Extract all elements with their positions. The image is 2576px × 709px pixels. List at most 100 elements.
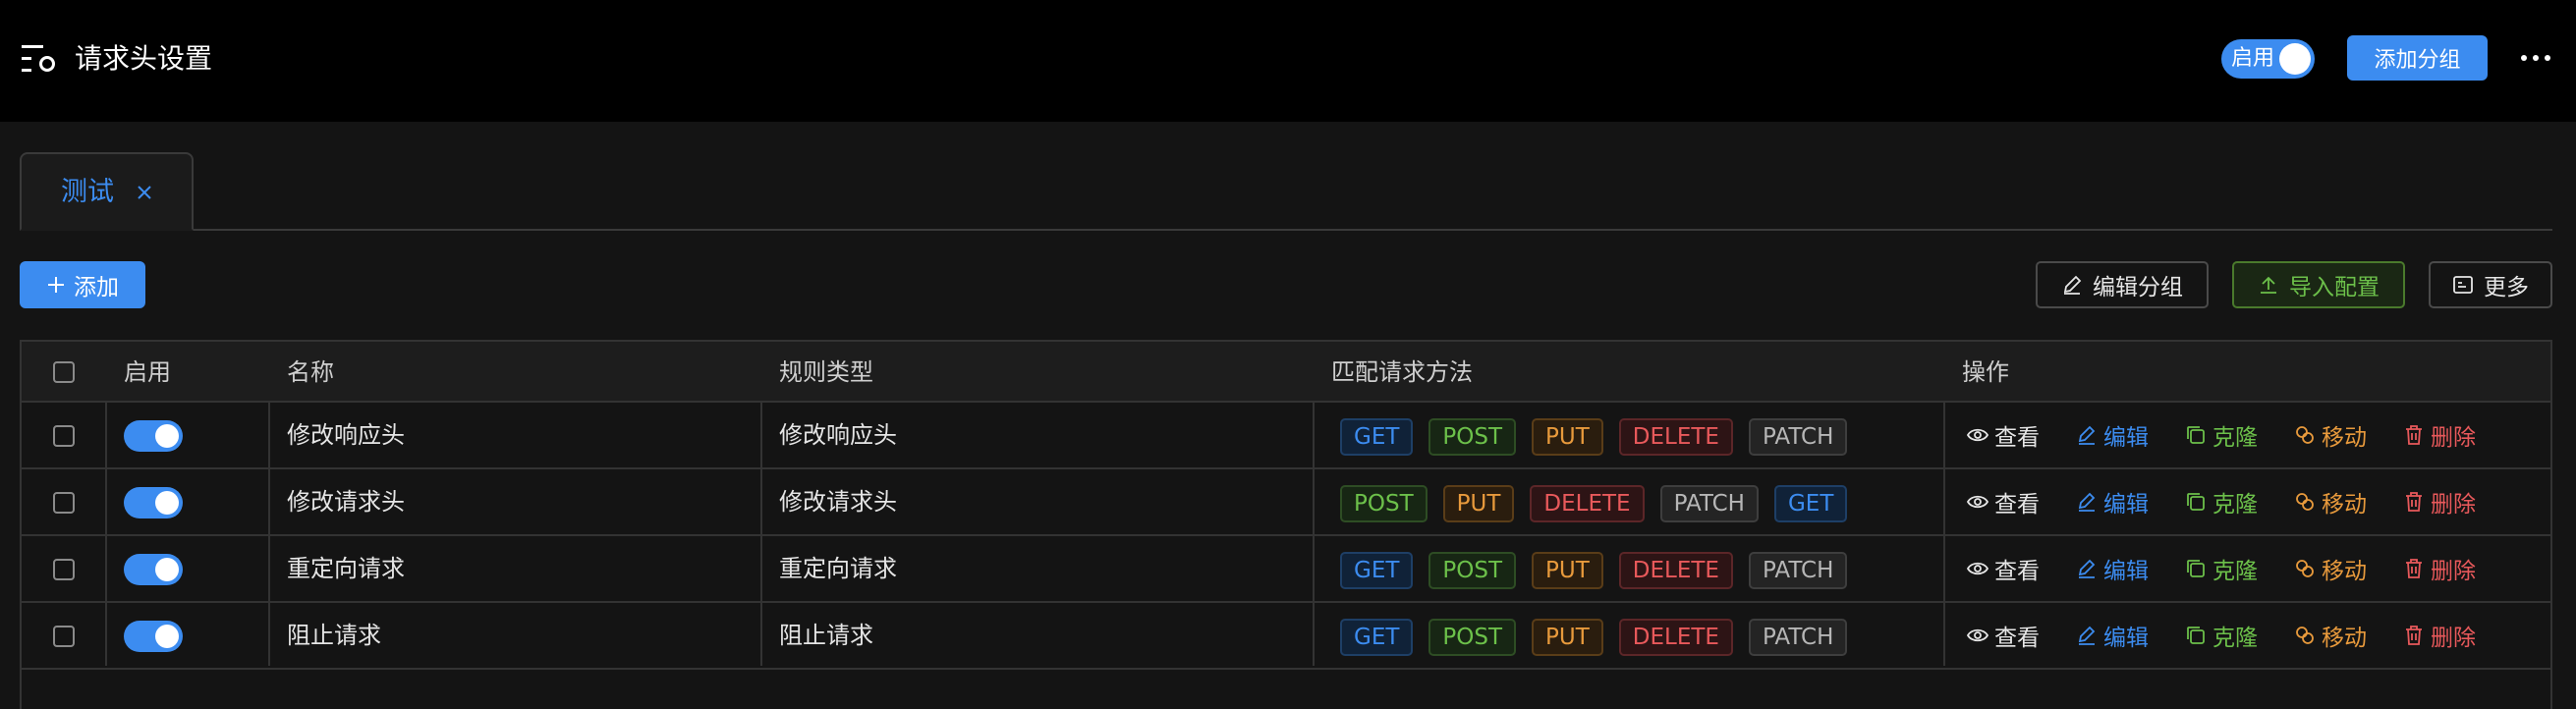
view-action[interactable]: 查看 bbox=[1967, 485, 2040, 518]
row-actions: 查看 编辑 克隆 移动 删除 bbox=[1967, 536, 2512, 601]
row-checkbox[interactable] bbox=[53, 492, 75, 514]
edit-action[interactable]: 编辑 bbox=[2076, 552, 2149, 585]
delete-action[interactable]: 删除 bbox=[2403, 552, 2476, 585]
method-tag-delete: DELETE bbox=[1618, 552, 1733, 589]
table-row: 修改请求头 修改请求头 POST PUT DELETE PATCH GET 查看 编辑 克隆 移动 删… bbox=[22, 469, 2550, 536]
row-enable-toggle[interactable] bbox=[124, 621, 183, 652]
eye-icon bbox=[1967, 428, 1988, 442]
method-tag-get: GET bbox=[1340, 552, 1414, 589]
move-icon bbox=[2296, 426, 2314, 444]
row-enable-toggle[interactable] bbox=[124, 420, 183, 452]
edit-action[interactable]: 编辑 bbox=[2076, 619, 2149, 652]
copy-icon bbox=[2187, 627, 2205, 644]
delete-action[interactable]: 删除 bbox=[2403, 485, 2476, 518]
method-tag-get: GET bbox=[1340, 418, 1414, 456]
method-tag-delete: DELETE bbox=[1618, 418, 1733, 456]
move-icon bbox=[2296, 493, 2314, 511]
method-tag-patch: PATCH bbox=[1748, 552, 1848, 589]
toggle-label: 启用 bbox=[2231, 46, 2275, 71]
view-action[interactable]: 查看 bbox=[1967, 418, 2040, 452]
eye-icon bbox=[1967, 628, 1988, 642]
move-label: 移动 bbox=[2322, 425, 2367, 451]
group-enable-toggle[interactable]: 启用 bbox=[2221, 39, 2315, 79]
close-icon[interactable] bbox=[133, 181, 156, 204]
view-action[interactable]: 查看 bbox=[1967, 552, 2040, 585]
method-tags: GET POST PUT DELETE PATCH bbox=[1340, 418, 1848, 456]
pencil-icon bbox=[2078, 559, 2096, 578]
import-label: 导入配置 bbox=[2289, 275, 2380, 300]
rule-type: 修改请求头 bbox=[779, 488, 897, 516]
view-action[interactable]: 查看 bbox=[1967, 619, 2040, 652]
method-tag-delete: DELETE bbox=[1618, 619, 1733, 656]
pencil-icon bbox=[2063, 275, 2082, 295]
edit-action[interactable]: 编辑 bbox=[2076, 485, 2149, 518]
trash-icon bbox=[2406, 425, 2422, 445]
toggle-knob bbox=[155, 424, 179, 448]
column-header-actions: 操作 bbox=[1962, 358, 2009, 386]
top-header: 请求头设置 启用 添加分组 bbox=[0, 0, 2576, 122]
move-action[interactable]: 移动 bbox=[2294, 552, 2367, 585]
toggle-knob bbox=[2279, 43, 2311, 75]
tab-bar-divider bbox=[20, 229, 2552, 231]
method-tag-patch: PATCH bbox=[1659, 485, 1759, 522]
delete-action[interactable]: 删除 bbox=[2403, 619, 2476, 652]
copy-icon bbox=[2187, 560, 2205, 577]
add-group-button[interactable]: 添加分组 bbox=[2347, 35, 2488, 81]
row-actions: 查看 编辑 克隆 移动 删除 bbox=[1967, 603, 2512, 668]
method-tag-patch: PATCH bbox=[1748, 619, 1848, 656]
menu-fold-icon[interactable] bbox=[22, 43, 57, 75]
method-tags: GET POST PUT DELETE PATCH bbox=[1340, 552, 1848, 589]
eye-icon bbox=[1967, 495, 1988, 509]
edit-label: 编辑 bbox=[2103, 559, 2149, 584]
edit-label: 编辑 bbox=[2103, 626, 2149, 651]
add-rule-button[interactable]: 添加 bbox=[20, 261, 145, 308]
method-tags: POST PUT DELETE PATCH GET bbox=[1340, 485, 1848, 522]
clone-action[interactable]: 克隆 bbox=[2185, 485, 2258, 518]
tab-test[interactable]: 测试 bbox=[20, 152, 194, 231]
method-tag-patch: PATCH bbox=[1748, 418, 1848, 456]
move-label: 移动 bbox=[2322, 559, 2367, 584]
delete-action[interactable]: 删除 bbox=[2403, 418, 2476, 452]
delete-label: 删除 bbox=[2431, 559, 2476, 584]
rule-type: 阻止请求 bbox=[779, 622, 873, 649]
rule-name: 修改请求头 bbox=[287, 488, 405, 516]
rule-name: 重定向请求 bbox=[287, 555, 405, 582]
rules-table: 启用 名称 规则类型 匹配请求方法 操作 修改响应头 修改响应头 GET POST PU… bbox=[20, 340, 2552, 709]
clone-action[interactable]: 克隆 bbox=[2185, 418, 2258, 452]
edit-group-button[interactable]: 编辑分组 bbox=[2036, 261, 2209, 308]
toggle-knob bbox=[155, 558, 179, 581]
move-action[interactable]: 移动 bbox=[2294, 418, 2367, 452]
more-button[interactable]: 更多 bbox=[2429, 261, 2552, 308]
table-row: 重定向请求 重定向请求 GET POST PUT DELETE PATCH 查看 编辑 克隆 移动 删… bbox=[22, 536, 2550, 603]
more-options-icon[interactable] bbox=[2521, 43, 2550, 73]
row-checkbox[interactable] bbox=[53, 559, 75, 580]
import-config-button[interactable]: 导入配置 bbox=[2232, 261, 2405, 308]
trash-icon bbox=[2406, 492, 2422, 512]
plus-icon bbox=[48, 277, 64, 293]
row-enable-toggle[interactable] bbox=[124, 554, 183, 585]
clone-label: 克隆 bbox=[2212, 626, 2258, 651]
move-action[interactable]: 移动 bbox=[2294, 485, 2367, 518]
method-tags: GET POST PUT DELETE PATCH bbox=[1340, 619, 1848, 656]
edit-action[interactable]: 编辑 bbox=[2076, 418, 2149, 452]
rule-name: 修改响应头 bbox=[287, 421, 405, 449]
row-checkbox[interactable] bbox=[53, 626, 75, 647]
row-checkbox[interactable] bbox=[53, 425, 75, 447]
column-header-methods: 匹配请求方法 bbox=[1331, 358, 1473, 386]
column-header-name: 名称 bbox=[287, 358, 334, 386]
clone-action[interactable]: 克隆 bbox=[2185, 552, 2258, 585]
pencil-icon bbox=[2078, 492, 2096, 512]
delete-label: 删除 bbox=[2431, 425, 2476, 451]
move-icon bbox=[2296, 627, 2314, 644]
move-action[interactable]: 移动 bbox=[2294, 619, 2367, 652]
row-enable-toggle[interactable] bbox=[124, 487, 183, 518]
method-tag-get: GET bbox=[1340, 619, 1414, 656]
eye-icon bbox=[1967, 562, 1988, 575]
method-tag-get: GET bbox=[1773, 485, 1848, 522]
method-tag-post: POST bbox=[1428, 619, 1517, 656]
pencil-icon bbox=[2078, 425, 2096, 445]
copy-icon bbox=[2187, 426, 2205, 444]
trash-icon bbox=[2406, 559, 2422, 578]
clone-action[interactable]: 克隆 bbox=[2185, 619, 2258, 652]
select-all-checkbox[interactable] bbox=[53, 361, 75, 383]
